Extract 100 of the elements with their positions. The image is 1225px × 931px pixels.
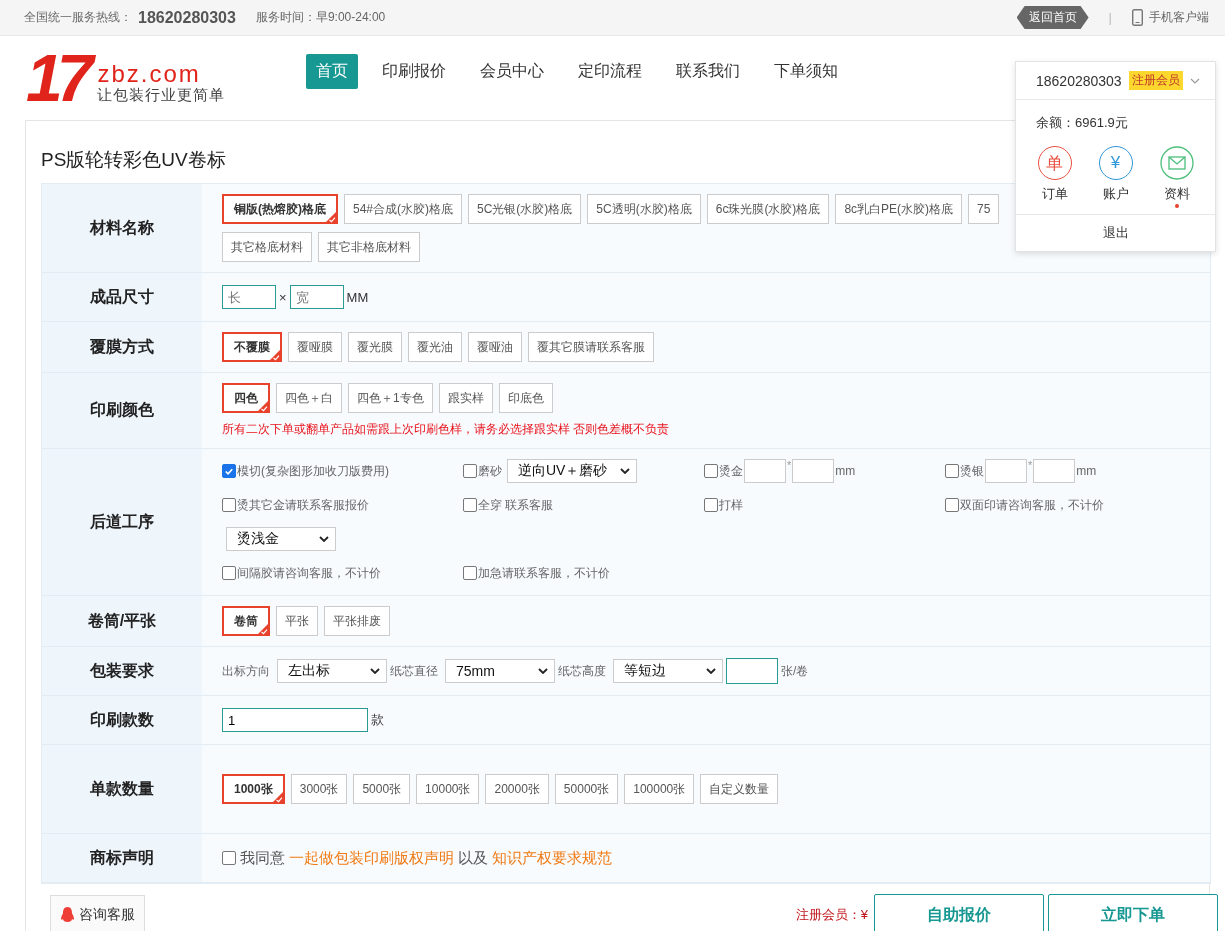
option-button[interactable]: 75	[968, 194, 1000, 224]
unit-text: 张/卷	[781, 662, 809, 680]
checkbox-label: 烫银	[960, 462, 984, 480]
customer-service-button[interactable]: 咨询客服	[50, 895, 145, 931]
row-label: 印刷颜色	[42, 373, 202, 448]
option-button[interactable]: 平张	[276, 606, 318, 636]
conjunction-text: 以及	[458, 848, 488, 868]
nav-tab[interactable]: 印刷报价	[372, 53, 456, 89]
option-button[interactable]: 铜版(热熔胶)格底	[222, 194, 338, 224]
row-label: 商标声明	[42, 834, 202, 882]
checkbox-label: 全穿 联系客服	[478, 496, 554, 514]
row-label: 印刷款数	[42, 696, 202, 744]
quantity-per-roll-field[interactable]	[726, 658, 778, 684]
width-field[interactable]: 宽	[289, 285, 344, 309]
checkbox-label: 间隔胶请咨询客服，不计价	[237, 564, 381, 582]
service-hours: 服务时间：早9:00-24:00	[255, 9, 386, 26]
checkbox[interactable]	[463, 464, 477, 478]
option-button[interactable]: 印底色	[498, 383, 553, 413]
corner-check-icon	[325, 211, 337, 223]
unit-text: mm	[835, 464, 856, 478]
caret-icon[interactable]	[1189, 77, 1200, 84]
dropdown[interactable]: 烫浅金	[226, 527, 336, 551]
option-button[interactable]: 四色＋白	[276, 383, 342, 413]
size-field[interactable]	[1033, 459, 1076, 483]
envelope-icon[interactable]	[1159, 146, 1194, 180]
row-label: 成品尺寸	[42, 273, 202, 321]
phone-icon	[1132, 9, 1143, 26]
option-button[interactable]: 100000张	[624, 774, 695, 804]
option-button[interactable]: 平张排废	[324, 606, 390, 636]
option-button[interactable]: 自定义数量	[700, 774, 779, 804]
penguin-icon	[60, 906, 75, 924]
nav-tab[interactable]: 会员中心	[470, 53, 554, 89]
checkbox[interactable]	[222, 498, 236, 512]
option-button[interactable]: 1000张	[222, 774, 285, 804]
option-button[interactable]: 20000张	[485, 774, 549, 804]
user-phone: 18620280303	[1036, 72, 1122, 89]
dropdown[interactable]: 75mm	[445, 659, 555, 683]
length-field[interactable]: 长	[222, 285, 276, 309]
checkbox[interactable]	[222, 566, 236, 580]
size-field[interactable]	[985, 459, 1027, 483]
option-button[interactable]: 跟实样	[438, 383, 493, 413]
checkbox[interactable]	[945, 464, 959, 478]
checkbox[interactable]	[222, 851, 236, 865]
option-button[interactable]: 6c珠光膜(水胶)格底	[706, 194, 830, 224]
option-button[interactable]: 覆哑油	[468, 332, 522, 362]
option-button[interactable]: 覆其它膜请联系客服	[528, 332, 654, 362]
shortcut-link[interactable]: 订单	[1041, 185, 1068, 203]
option-button[interactable]: 5C光银(水胶)格底	[468, 194, 582, 224]
home-link[interactable]: 返回首页	[1016, 6, 1089, 29]
checkbox[interactable]	[463, 566, 477, 580]
nav-tab[interactable]: 下单须知	[764, 53, 848, 89]
warning-note: 所有二次下单或翻单产品如需跟上次印刷色样，请务必选择跟实样 否则色差概不负责	[222, 421, 671, 438]
chevron-down-icon	[370, 668, 380, 674]
times-sign: ×	[279, 289, 287, 305]
nav-tab[interactable]: 定印流程	[568, 53, 652, 89]
checkbox[interactable]	[704, 464, 718, 478]
option-button[interactable]: 覆光油	[408, 332, 462, 362]
logout-link[interactable]: 退出	[1016, 214, 1215, 251]
checkbox-label: 模切(复杂图形加收刀版费用)	[237, 462, 389, 480]
times-sign: *	[1028, 459, 1033, 471]
option-button[interactable]: 50000张	[554, 774, 619, 804]
checkbox-label: 打样	[719, 496, 743, 514]
dropdown[interactable]: 等短边	[613, 659, 723, 683]
option-button[interactable]: 5000张	[353, 774, 411, 804]
option-button[interactable]: 四色＋1专色	[348, 383, 433, 413]
dropdown[interactable]: 逆向UV＋磨砂	[507, 459, 637, 483]
order-button[interactable]: 立即下单	[1048, 894, 1218, 931]
nav-tab[interactable]: 首页	[306, 53, 358, 89]
mobile-client-link[interactable]: 手机客户端	[1149, 9, 1209, 26]
checkbox-label: 烫金	[719, 462, 743, 480]
times-sign: *	[787, 459, 792, 471]
count-field[interactable]: 1	[222, 708, 368, 732]
nav-tab[interactable]: 联系我们	[666, 53, 750, 89]
quote-button[interactable]: 自助报价	[874, 894, 1044, 931]
shortcut-link[interactable]: 账户	[1102, 185, 1129, 203]
option-button[interactable]: 8c乳白PE(水胶)格底	[835, 194, 963, 224]
chevron-down-icon	[319, 536, 329, 542]
option-button[interactable]: 10000张	[416, 774, 480, 804]
option-button[interactable]: 5C透明(水胶)格底	[587, 194, 701, 224]
field-label: 出标方向	[222, 662, 270, 680]
option-button[interactable]: 不覆膜	[222, 332, 282, 362]
hotline-number: 18620280303	[138, 8, 236, 27]
option-button[interactable]: 四色	[222, 383, 270, 413]
option-button[interactable]: 卷筒	[222, 606, 270, 636]
option-button[interactable]: 其它非格底材料	[318, 232, 420, 262]
checkbox[interactable]	[945, 498, 959, 512]
shortcut-link[interactable]: 资料	[1163, 185, 1190, 203]
size-field[interactable]	[744, 459, 786, 483]
size-field[interactable]	[792, 459, 835, 483]
checkbox[interactable]	[463, 498, 477, 512]
checkbox[interactable]	[704, 498, 718, 512]
option-button[interactable]: 3000张	[290, 774, 348, 804]
option-button[interactable]: 其它格底材料	[222, 232, 312, 262]
logo-slogan: 让包装行业更简单	[97, 86, 226, 105]
option-button[interactable]: 覆哑膜	[288, 332, 342, 362]
option-button[interactable]: 覆光膜	[348, 332, 402, 362]
hotline-label: 全国统一服务热线：	[24, 9, 132, 26]
checkbox[interactable]	[222, 464, 236, 478]
dropdown[interactable]: 左出标	[277, 659, 387, 683]
option-button[interactable]: 54#合成(水胶)格底	[344, 194, 462, 224]
